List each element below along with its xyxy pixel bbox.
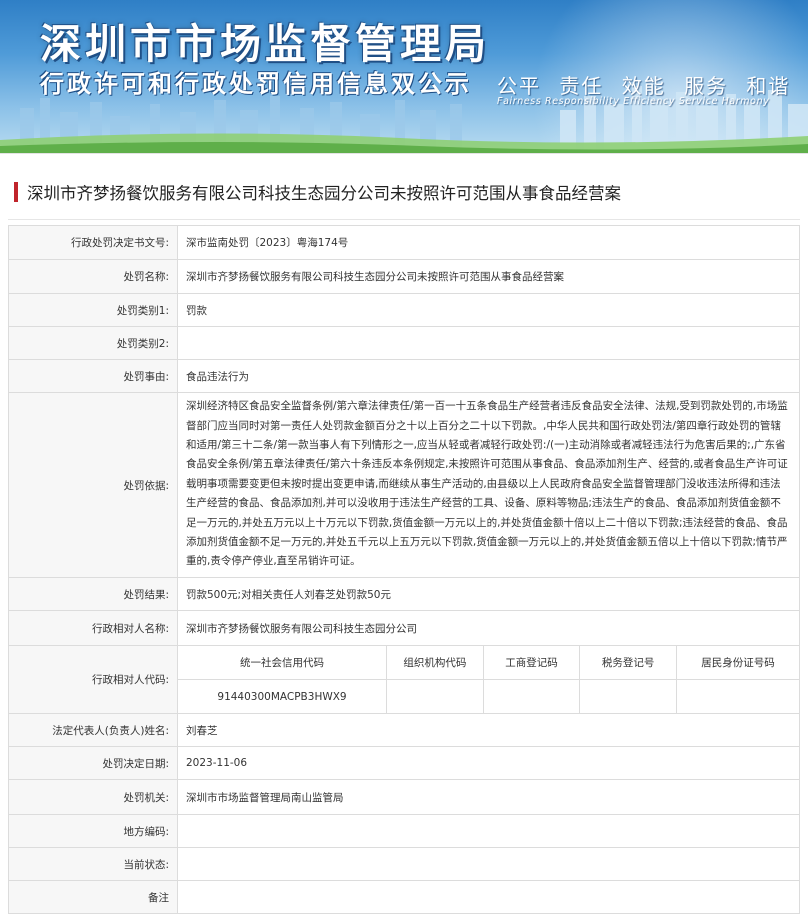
row-region-code: 地方编码: <box>8 814 800 848</box>
value-credit-code: 91440300MACPB3HWX9 <box>178 679 387 713</box>
case-title: 深圳市齐梦扬餐饮服务有限公司科技生态园分公司未按照许可范围从事食品经营案 <box>27 184 621 203</box>
value-legal-rep: 刘春芝 <box>177 713 800 747</box>
value-org-code <box>386 679 484 713</box>
code-value-row: 91440300MACPB3HWX9 <box>178 679 799 713</box>
party-code-table: 统一社会信用代码 组织机构代码 工商登记码 税务登记号 居民身份证号码 9144… <box>178 646 799 713</box>
value-tax-reg <box>579 679 677 713</box>
row-legal-basis: 处罚依据: 深圳经济特区食品安全监督条例/第六章法律责任/第一百一十五条食品生产… <box>8 392 800 578</box>
value-doc-no: 深市监南处罚〔2023〕粤海174号 <box>177 225 800 260</box>
header-tax-reg: 税务登记号 <box>579 646 677 680</box>
row-result: 处罚结果: 罚款500元;对相关责任人刘春芝处罚款50元 <box>8 577 800 611</box>
label-decision-date: 处罚决定日期: <box>8 746 178 780</box>
value-status <box>177 847 800 881</box>
row-status: 当前状态: <box>8 847 800 881</box>
row-category-2: 处罚类别2: <box>8 326 800 360</box>
site-banner: 深圳市市场监督管理局 行政许可和行政处罚信用信息双公示 公平 责任 效能 服务 … <box>0 0 808 153</box>
divider <box>8 219 800 220</box>
label-legal-rep: 法定代表人(负责人)姓名: <box>8 713 178 747</box>
header-id-number: 居民身份证号码 <box>676 646 799 680</box>
value-authority: 深圳市市场监督管理局南山监管局 <box>177 779 800 815</box>
value-category-1: 罚款 <box>177 293 800 327</box>
slogan: 公平 责任 效能 服务 和谐 <box>497 74 791 98</box>
agency-title: 深圳市市场监督管理局 <box>40 20 490 68</box>
value-party-name: 深圳市齐梦扬餐饮服务有限公司科技生态园分公司 <box>177 610 800 646</box>
value-decision-date: 2023-11-06 <box>177 746 800 780</box>
row-remark: 备注 <box>8 880 800 914</box>
label-penalty-name: 处罚名称: <box>8 259 178 294</box>
header-org-code: 组织机构代码 <box>386 646 484 680</box>
code-header-row: 统一社会信用代码 组织机构代码 工商登记码 税务登记号 居民身份证号码 <box>178 646 799 680</box>
case-detail: 深圳市齐梦扬餐饮服务有限公司科技生态园分公司未按照许可范围从事食品经营案 行政处… <box>0 153 808 918</box>
label-legal-basis: 处罚依据: <box>8 392 178 578</box>
value-penalty-name: 深圳市齐梦扬餐饮服务有限公司科技生态园分公司未按照许可范围从事食品经营案 <box>177 259 800 294</box>
system-subtitle: 行政许可和行政处罚信用信息双公示 <box>40 70 472 98</box>
row-party-name: 行政相对人名称: 深圳市齐梦扬餐饮服务有限公司科技生态园分公司 <box>8 610 800 646</box>
label-region-code: 地方编码: <box>8 814 178 848</box>
row-party-code: 行政相对人代码: 统一社会信用代码 组织机构代码 工商登记码 税务登记号 居民身… <box>8 645 800 714</box>
label-doc-no: 行政处罚决定书文号: <box>8 225 178 260</box>
header-credit-code: 统一社会信用代码 <box>178 646 387 680</box>
row-penalty-name: 处罚名称: 深圳市齐梦扬餐饮服务有限公司科技生态园分公司未按照许可范围从事食品经… <box>8 259 800 294</box>
case-heading: 深圳市齐梦扬餐饮服务有限公司科技生态园分公司未按照许可范围从事食品经营案 <box>14 180 621 204</box>
slogan-english: Fairness Responsibility Efficiency Servi… <box>497 96 770 107</box>
row-reason: 处罚事由: 食品违法行为 <box>8 359 800 393</box>
value-id-number <box>676 679 799 713</box>
party-code-cell: 统一社会信用代码 组织机构代码 工商登记码 税务登记号 居民身份证号码 9144… <box>177 645 800 714</box>
label-status: 当前状态: <box>8 847 178 881</box>
label-remark: 备注 <box>8 880 178 914</box>
value-legal-basis: 深圳经济特区食品安全监督条例/第六章法律责任/第一百一十五条食品生产经营者违反食… <box>177 392 800 578</box>
value-remark <box>177 880 800 914</box>
label-party-name: 行政相对人名称: <box>8 610 178 646</box>
value-region-code <box>177 814 800 848</box>
header-business-reg: 工商登记码 <box>482 646 581 680</box>
value-business-reg <box>482 679 581 713</box>
row-authority: 处罚机关: 深圳市市场监督管理局南山监管局 <box>8 779 800 815</box>
row-legal-rep: 法定代表人(负责人)姓名: 刘春芝 <box>8 713 800 747</box>
row-doc-no: 行政处罚决定书文号: 深市监南处罚〔2023〕粤海174号 <box>8 225 800 260</box>
value-result: 罚款500元;对相关责任人刘春芝处罚款50元 <box>177 577 800 611</box>
label-category-2: 处罚类别2: <box>8 326 178 360</box>
value-reason: 食品违法行为 <box>177 359 800 393</box>
label-authority: 处罚机关: <box>8 779 178 815</box>
row-decision-date: 处罚决定日期: 2023-11-06 <box>8 746 800 780</box>
label-party-code: 行政相对人代码: <box>8 645 178 714</box>
heading-accent-bar <box>14 182 18 202</box>
row-category-1: 处罚类别1: 罚款 <box>8 293 800 327</box>
label-result: 处罚结果: <box>8 577 178 611</box>
label-reason: 处罚事由: <box>8 359 178 393</box>
value-category-2 <box>177 326 800 360</box>
label-category-1: 处罚类别1: <box>8 293 178 327</box>
case-info-table: 行政处罚决定书文号: 深市监南处罚〔2023〕粤海174号 处罚名称: 深圳市齐… <box>8 225 800 914</box>
